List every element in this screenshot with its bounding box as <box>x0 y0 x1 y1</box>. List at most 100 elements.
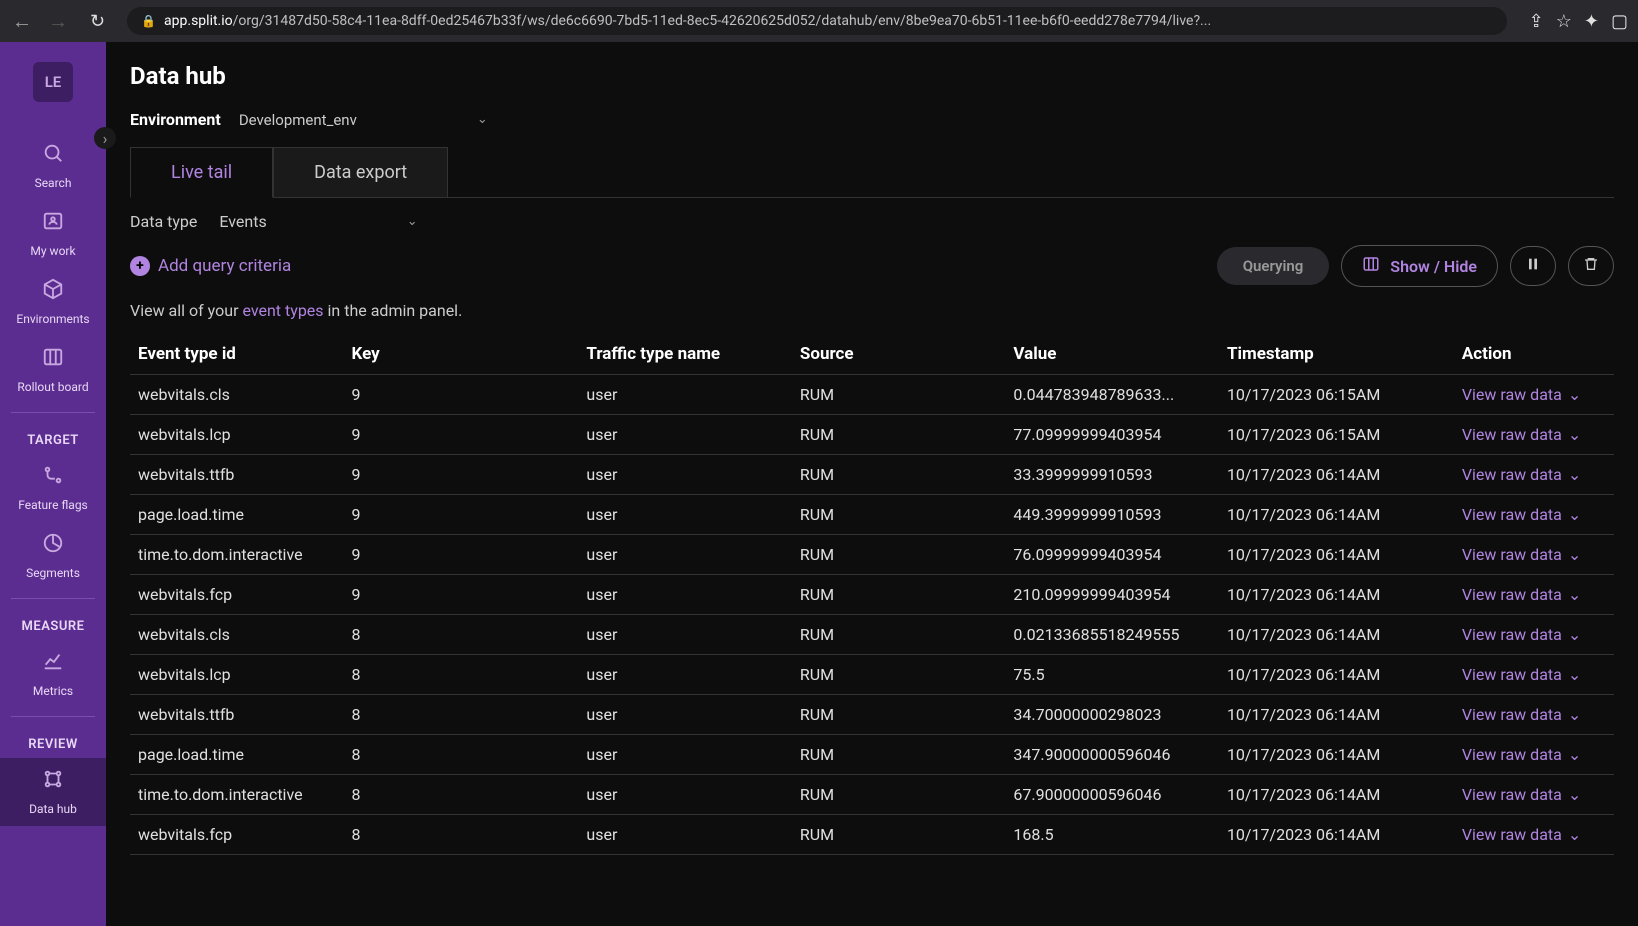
sidebar-item-rollout[interactable]: Rollout board <box>0 336 106 404</box>
cell-timestamp: 10/17/2023 06:14AM <box>1219 535 1454 575</box>
sidebar-item-featureflags[interactable]: Feature flags <box>0 454 106 522</box>
divider <box>11 716 96 717</box>
sidebar-label: Segments <box>26 566 80 580</box>
star-icon[interactable]: ☆ <box>1556 11 1572 32</box>
querying-button[interactable]: Querying <box>1217 247 1330 285</box>
section-target: TARGET <box>27 421 79 454</box>
chevron-down-icon: ⌄ <box>1568 625 1581 644</box>
cell-event: page.load.time <box>130 735 344 775</box>
add-criteria-button[interactable]: + Add query criteria <box>130 256 291 276</box>
pause-button[interactable] <box>1510 246 1556 286</box>
share-icon[interactable]: ⇪ <box>1529 11 1544 32</box>
section-review: REVIEW <box>28 725 78 758</box>
sidebar-item-search[interactable]: Search <box>0 132 106 200</box>
event-types-link[interactable]: event types <box>242 301 323 320</box>
header-action[interactable]: Action <box>1454 334 1614 375</box>
sidebar: › LE Search My work Environments Rollout… <box>0 42 106 926</box>
cell-event: webvitals.lcp <box>130 415 344 455</box>
header-value[interactable]: Value <box>1005 334 1219 375</box>
view-raw-data-link[interactable]: View raw data ⌄ <box>1462 585 1606 604</box>
sidebar-item-metrics[interactable]: Metrics <box>0 640 106 708</box>
cell-traffic: user <box>578 415 792 455</box>
cell-value: 34.70000000298023 <box>1005 695 1219 735</box>
browser-toolbar: ← → ↻ 🔒 app.split.io/org/31487d50-58c4-1… <box>0 0 1638 42</box>
url-bar[interactable]: 🔒 app.split.io/org/31487d50-58c4-11ea-8d… <box>127 7 1507 35</box>
cell-key: 9 <box>344 495 579 535</box>
sidebar-label: Search <box>35 176 72 190</box>
forward-button[interactable]: → <box>46 9 70 34</box>
cell-key: 8 <box>344 775 579 815</box>
cell-traffic: user <box>578 535 792 575</box>
back-button[interactable]: ← <box>10 9 34 34</box>
chevron-down-icon: ⌄ <box>1568 505 1581 524</box>
view-raw-data-link[interactable]: View raw data ⌄ <box>1462 705 1606 724</box>
sidebar-item-segments[interactable]: Segments <box>0 522 106 590</box>
chevron-down-icon: ⌄ <box>1568 425 1581 444</box>
cell-event: webvitals.cls <box>130 615 344 655</box>
chevron-down-icon: ⌄ <box>1568 825 1581 844</box>
header-timestamp[interactable]: Timestamp <box>1219 334 1454 375</box>
header-source[interactable]: Source <box>792 334 1006 375</box>
view-raw-data-link[interactable]: View raw data ⌄ <box>1462 545 1606 564</box>
sidebar-item-environments[interactable]: Environments <box>0 268 106 336</box>
cell-value: 33.3999999910593 <box>1005 455 1219 495</box>
cell-event: webvitals.lcp <box>130 655 344 695</box>
add-criteria-label: Add query criteria <box>158 256 291 276</box>
tab-data-export[interactable]: Data export <box>273 147 448 197</box>
mywork-icon <box>42 210 64 238</box>
cell-source: RUM <box>792 375 1006 415</box>
datatype-value: Events <box>219 212 266 231</box>
sidebar-item-mywork[interactable]: My work <box>0 200 106 268</box>
chevron-down-icon: ⌄ <box>407 214 418 229</box>
cell-key: 9 <box>344 415 579 455</box>
cell-key: 8 <box>344 695 579 735</box>
cell-source: RUM <box>792 535 1006 575</box>
cell-event: time.to.dom.interactive <box>130 775 344 815</box>
cell-timestamp: 10/17/2023 06:14AM <box>1219 775 1454 815</box>
pie-icon <box>42 532 64 560</box>
table-row: time.to.dom.interactive 9 user RUM 76.09… <box>130 535 1614 575</box>
table-row: webvitals.lcp 8 user RUM 75.5 10/17/2023… <box>130 655 1614 695</box>
datahub-icon <box>42 768 64 796</box>
view-raw-data-link[interactable]: View raw data ⌄ <box>1462 385 1606 404</box>
header-event-type[interactable]: Event type id <box>130 334 344 375</box>
header-key[interactable]: Key <box>344 334 579 375</box>
sidebar-expand-button[interactable]: › <box>94 127 116 149</box>
window-icon[interactable]: ▢ <box>1611 11 1628 32</box>
cell-source: RUM <box>792 495 1006 535</box>
env-label: Environment <box>130 110 221 129</box>
cell-value: 0.02133685518249555 <box>1005 615 1219 655</box>
cell-timestamp: 10/17/2023 06:14AM <box>1219 735 1454 775</box>
cell-traffic: user <box>578 735 792 775</box>
sidebar-item-datahub[interactable]: Data hub <box>0 758 106 826</box>
view-raw-data-link[interactable]: View raw data ⌄ <box>1462 505 1606 524</box>
cell-event: webvitals.ttfb <box>130 455 344 495</box>
chevron-down-icon: ⌄ <box>1568 465 1581 484</box>
cell-event: webvitals.ttfb <box>130 695 344 735</box>
refresh-button[interactable]: ↻ <box>90 11 105 32</box>
header-traffic[interactable]: Traffic type name <box>578 334 792 375</box>
cell-timestamp: 10/17/2023 06:14AM <box>1219 655 1454 695</box>
table-row: page.load.time 9 user RUM 449.3999999910… <box>130 495 1614 535</box>
datatype-selector[interactable]: Events ⌄ <box>219 212 417 231</box>
view-raw-data-link[interactable]: View raw data ⌄ <box>1462 665 1606 684</box>
cell-source: RUM <box>792 815 1006 855</box>
view-raw-data-link[interactable]: View raw data ⌄ <box>1462 625 1606 644</box>
org-logo[interactable]: LE <box>33 62 73 102</box>
view-raw-data-link[interactable]: View raw data ⌄ <box>1462 425 1606 444</box>
view-raw-data-link[interactable]: View raw data ⌄ <box>1462 745 1606 764</box>
view-raw-data-link[interactable]: View raw data ⌄ <box>1462 785 1606 804</box>
clear-button[interactable] <box>1568 246 1614 286</box>
show-hide-button[interactable]: Show / Hide <box>1341 245 1498 287</box>
cell-source: RUM <box>792 455 1006 495</box>
view-raw-data-link[interactable]: View raw data ⌄ <box>1462 825 1606 844</box>
tab-live-tail[interactable]: Live tail <box>130 147 273 198</box>
chevron-down-icon: ⌄ <box>1568 785 1581 804</box>
extensions-icon[interactable]: ✦ <box>1584 11 1599 32</box>
datatype-label: Data type <box>130 212 197 231</box>
env-selector[interactable]: Development_env ⌄ <box>239 111 488 129</box>
cell-source: RUM <box>792 615 1006 655</box>
view-raw-data-link[interactable]: View raw data ⌄ <box>1462 465 1606 484</box>
cell-timestamp: 10/17/2023 06:14AM <box>1219 615 1454 655</box>
divider <box>11 412 96 413</box>
